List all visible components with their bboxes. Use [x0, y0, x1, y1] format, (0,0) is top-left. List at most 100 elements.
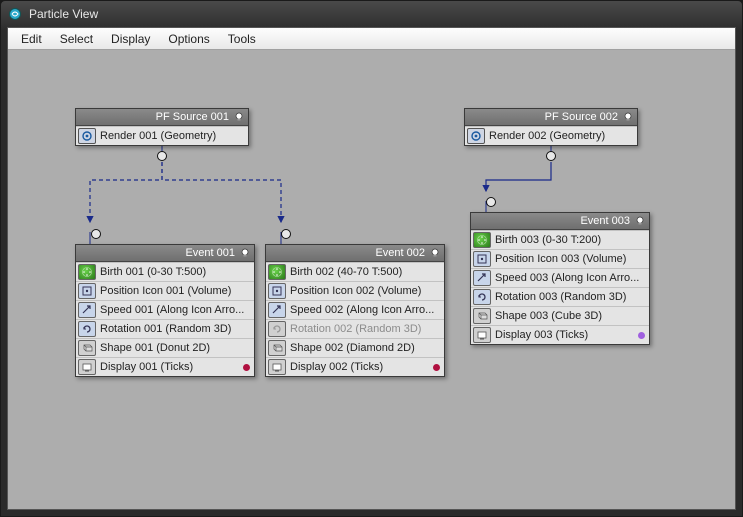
- display-color-dot: [433, 364, 440, 371]
- node-title: PF Source 001: [80, 111, 229, 123]
- display-icon: [473, 327, 491, 343]
- op-rotation-002[interactable]: Rotation 002 (Random 3D): [266, 319, 444, 338]
- menu-display[interactable]: Display: [102, 30, 159, 48]
- rotation-icon: [78, 321, 96, 337]
- op-speed-002[interactable]: Speed 002 (Along Icon Arro...: [266, 300, 444, 319]
- display-color-dot: [638, 332, 645, 339]
- display-icon: [268, 359, 286, 375]
- lightbulb-icon[interactable]: [622, 112, 633, 123]
- node-pf-source-002[interactable]: PF Source 002 Render 002 (Geometry): [464, 108, 638, 146]
- node-title: Event 003: [475, 215, 630, 227]
- menu-select[interactable]: Select: [51, 30, 102, 48]
- lightbulb-icon[interactable]: [429, 248, 440, 259]
- render-icon: [78, 128, 96, 144]
- node-header[interactable]: Event 003: [471, 213, 649, 230]
- node-event-002[interactable]: Event 002 Birth 002 (40-70 T:500) Posit: [265, 244, 445, 377]
- op-label: Display 002 (Ticks): [290, 361, 383, 373]
- rotation-icon: [268, 321, 286, 337]
- node-event-003[interactable]: Event 003 Birth 003 (0-30 T:200) Positi: [470, 212, 650, 345]
- node-title: Event 001: [80, 247, 235, 259]
- node-pf-source-001[interactable]: PF Source 001 Render 001 (Geometry): [75, 108, 249, 146]
- op-birth-001[interactable]: Birth 001 (0-30 T:500): [76, 262, 254, 281]
- op-label: Shape 001 (Donut 2D): [100, 342, 210, 354]
- birth-icon: [268, 264, 286, 280]
- op-label: Birth 003 (0-30 T:200): [495, 234, 601, 246]
- op-label: Render 002 (Geometry): [489, 130, 605, 142]
- canvas[interactable]: PF Source 001 Render 001 (Geometry) PF S…: [8, 50, 735, 509]
- op-shape-001[interactable]: Shape 001 (Donut 2D): [76, 338, 254, 357]
- op-label: Rotation 002 (Random 3D): [290, 323, 421, 335]
- node-header[interactable]: PF Source 001: [76, 109, 248, 126]
- op-display-001[interactable]: Display 001 (Ticks): [76, 357, 254, 376]
- op-label: Speed 001 (Along Icon Arro...: [100, 304, 244, 316]
- op-label: Rotation 001 (Random 3D): [100, 323, 231, 335]
- shape-icon: [268, 340, 286, 356]
- op-display-003[interactable]: Display 003 (Ticks): [471, 325, 649, 344]
- op-birth-003[interactable]: Birth 003 (0-30 T:200): [471, 230, 649, 249]
- node-event-001[interactable]: Event 001 Birth 001 (0-30 T:500) Positi: [75, 244, 255, 377]
- op-label: Display 003 (Ticks): [495, 329, 588, 341]
- rotation-icon: [473, 289, 491, 305]
- out-port[interactable]: [546, 151, 556, 161]
- op-display-002[interactable]: Display 002 (Ticks): [266, 357, 444, 376]
- in-port[interactable]: [91, 229, 101, 239]
- op-label: Speed 002 (Along Icon Arro...: [290, 304, 434, 316]
- birth-icon: [473, 232, 491, 248]
- op-speed-001[interactable]: Speed 001 (Along Icon Arro...: [76, 300, 254, 319]
- particle-view-window: Particle View Edit Select Display Option…: [0, 0, 743, 517]
- node-title: PF Source 002: [469, 111, 618, 123]
- lightbulb-icon[interactable]: [239, 248, 250, 259]
- in-port[interactable]: [281, 229, 291, 239]
- op-label: Rotation 003 (Random 3D): [495, 291, 626, 303]
- op-label: Birth 002 (40-70 T:500): [290, 266, 402, 278]
- op-label: Render 001 (Geometry): [100, 130, 216, 142]
- window-title: Particle View: [29, 7, 98, 21]
- speed-icon: [473, 270, 491, 286]
- op-render-001[interactable]: Render 001 (Geometry): [76, 126, 248, 145]
- lightbulb-icon[interactable]: [233, 112, 244, 123]
- lightbulb-icon[interactable]: [634, 216, 645, 227]
- node-header[interactable]: PF Source 002: [465, 109, 637, 126]
- display-color-dot: [243, 364, 250, 371]
- speed-icon: [268, 302, 286, 318]
- op-label: Position Icon 001 (Volume): [100, 285, 231, 297]
- op-rotation-001[interactable]: Rotation 001 (Random 3D): [76, 319, 254, 338]
- op-speed-003[interactable]: Speed 003 (Along Icon Arro...: [471, 268, 649, 287]
- menu-tools[interactable]: Tools: [219, 30, 265, 48]
- menubar: Edit Select Display Options Tools: [8, 28, 735, 50]
- speed-icon: [78, 302, 96, 318]
- display-icon: [78, 359, 96, 375]
- render-icon: [467, 128, 485, 144]
- op-shape-003[interactable]: Shape 003 (Cube 3D): [471, 306, 649, 325]
- op-label: Birth 001 (0-30 T:500): [100, 266, 206, 278]
- menu-edit[interactable]: Edit: [12, 30, 51, 48]
- in-port[interactable]: [486, 197, 496, 207]
- op-label: Position Icon 002 (Volume): [290, 285, 421, 297]
- op-position-003[interactable]: Position Icon 003 (Volume): [471, 249, 649, 268]
- op-label: Shape 003 (Cube 3D): [495, 310, 602, 322]
- op-position-002[interactable]: Position Icon 002 (Volume): [266, 281, 444, 300]
- op-position-001[interactable]: Position Icon 001 (Volume): [76, 281, 254, 300]
- position-icon: [268, 283, 286, 299]
- shape-icon: [78, 340, 96, 356]
- op-label: Position Icon 003 (Volume): [495, 253, 626, 265]
- position-icon: [78, 283, 96, 299]
- node-header[interactable]: Event 002: [266, 245, 444, 262]
- position-icon: [473, 251, 491, 267]
- inner-frame: Edit Select Display Options Tools: [7, 27, 736, 510]
- titlebar[interactable]: Particle View: [1, 1, 742, 27]
- op-label: Speed 003 (Along Icon Arro...: [495, 272, 639, 284]
- op-label: Display 001 (Ticks): [100, 361, 193, 373]
- op-shape-002[interactable]: Shape 002 (Diamond 2D): [266, 338, 444, 357]
- op-label: Shape 002 (Diamond 2D): [290, 342, 415, 354]
- menu-options[interactable]: Options: [159, 30, 218, 48]
- op-render-002[interactable]: Render 002 (Geometry): [465, 126, 637, 145]
- app-icon: [7, 6, 23, 22]
- out-port[interactable]: [157, 151, 167, 161]
- node-title: Event 002: [270, 247, 425, 259]
- node-header[interactable]: Event 001: [76, 245, 254, 262]
- birth-icon: [78, 264, 96, 280]
- op-rotation-003[interactable]: Rotation 003 (Random 3D): [471, 287, 649, 306]
- shape-icon: [473, 308, 491, 324]
- op-birth-002[interactable]: Birth 002 (40-70 T:500): [266, 262, 444, 281]
